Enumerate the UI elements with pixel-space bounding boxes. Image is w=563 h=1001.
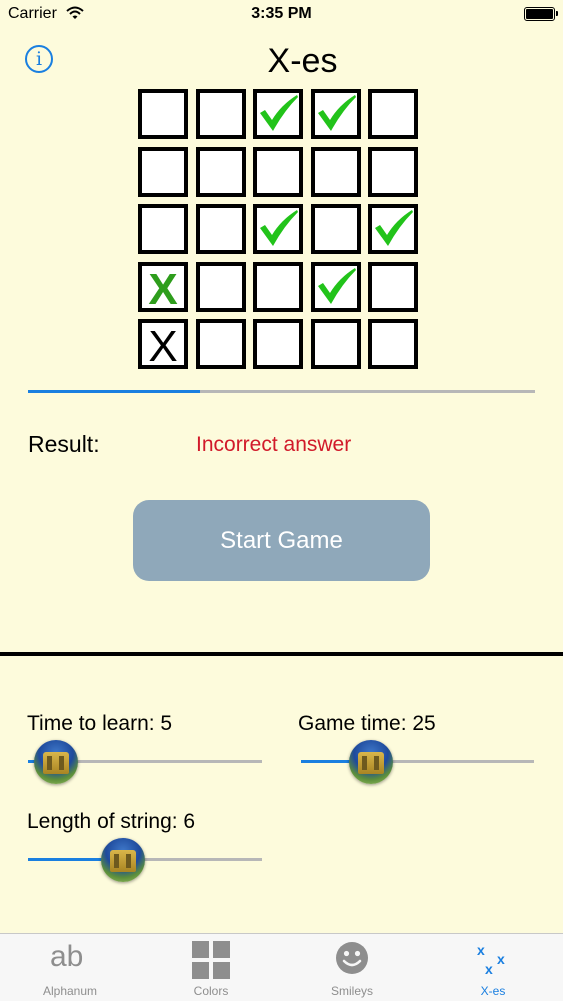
tab-smileys[interactable]: Smileys [282, 934, 422, 1001]
x-mark-icon: X [148, 323, 177, 365]
tab-label: Alphanum [42, 984, 98, 998]
start-game-button[interactable]: Start Game [133, 500, 430, 581]
svg-text:X: X [148, 266, 177, 308]
status-time: 3:35 PM [251, 5, 312, 22]
grid-cell[interactable] [310, 146, 361, 197]
progress-bar [28, 390, 535, 393]
result-label: Result: [28, 431, 100, 457]
grid-cell[interactable] [253, 319, 303, 369]
tab-colors[interactable]: Colors [141, 934, 281, 1001]
battery-icon [524, 7, 558, 21]
grid-cell[interactable] [253, 261, 303, 312]
page-title: X-es [267, 42, 338, 80]
checkmark-icon [317, 267, 356, 304]
tab-label: Smileys [330, 984, 373, 998]
grid-cell[interactable] [310, 261, 361, 312]
grid-cell[interactable] [253, 146, 303, 197]
x-mark-icon: X [148, 266, 177, 308]
ab-icon: ab [50, 940, 84, 973]
grid-cell[interactable] [195, 204, 246, 254]
checkmark-icon [317, 95, 356, 131]
status-bar: Carrier 3:35 PM [0, 0, 563, 30]
game-time-label: Game time: 25 [298, 712, 436, 735]
svg-text:x: x [497, 951, 505, 967]
svg-text:x: x [477, 942, 485, 958]
grid-cell[interactable] [368, 204, 418, 254]
checkmark-icon [375, 210, 413, 246]
grid-cell[interactable] [368, 146, 418, 197]
grid-cell[interactable] [368, 261, 418, 312]
grid-cell[interactable]: X [138, 319, 188, 369]
result-value: Incorrect answer [196, 433, 352, 456]
grid-cell[interactable] [138, 89, 188, 139]
slider-thumb[interactable] [100, 838, 145, 882]
divider [0, 652, 563, 656]
svg-text:X: X [148, 323, 177, 365]
smiley-icon [335, 941, 369, 980]
checkmark-icon [260, 210, 298, 246]
grid-cell[interactable] [310, 204, 361, 254]
grid-cell[interactable] [253, 204, 303, 254]
tab-label: X-es [480, 984, 506, 998]
length-of-string-label: Length of string: 6 [27, 810, 196, 833]
xes-icon: x x x [475, 942, 511, 981]
length-of-string-slider[interactable] [28, 838, 262, 882]
grid-cell[interactable] [253, 89, 303, 139]
grid-cell[interactable]: X [138, 261, 188, 312]
game-time-slider[interactable] [301, 740, 534, 784]
grid-cell[interactable] [195, 146, 246, 197]
svg-text:x: x [485, 961, 493, 976]
grid-cell[interactable] [368, 319, 418, 369]
tab-alphanum[interactable]: ab Alphanum [0, 934, 140, 1001]
grid-cell[interactable] [368, 89, 418, 139]
answer-grid: XX [138, 89, 423, 372]
grid-cell[interactable] [138, 204, 188, 254]
time-to-learn-slider[interactable] [28, 740, 262, 784]
time-to-learn-label: Time to learn: 5 [27, 712, 173, 735]
checkmark-icon [260, 95, 298, 131]
slider-thumb[interactable] [34, 740, 79, 784]
slider-thumb[interactable] [349, 740, 394, 784]
grid-cell[interactable] [310, 319, 361, 369]
grid-cell[interactable] [138, 146, 188, 197]
tab-label: Colors [193, 984, 229, 998]
tab-bar: ab Alphanum Colors Smileys x x x X-es [0, 933, 563, 1001]
grid-icon [192, 941, 230, 984]
grid-cell[interactable] [195, 261, 246, 312]
tab-xes[interactable]: x x x X-es [423, 934, 563, 1001]
grid-cell[interactable] [310, 89, 361, 139]
grid-cell[interactable] [195, 89, 246, 139]
progress-fill [28, 390, 201, 393]
grid-cell[interactable] [195, 319, 246, 369]
